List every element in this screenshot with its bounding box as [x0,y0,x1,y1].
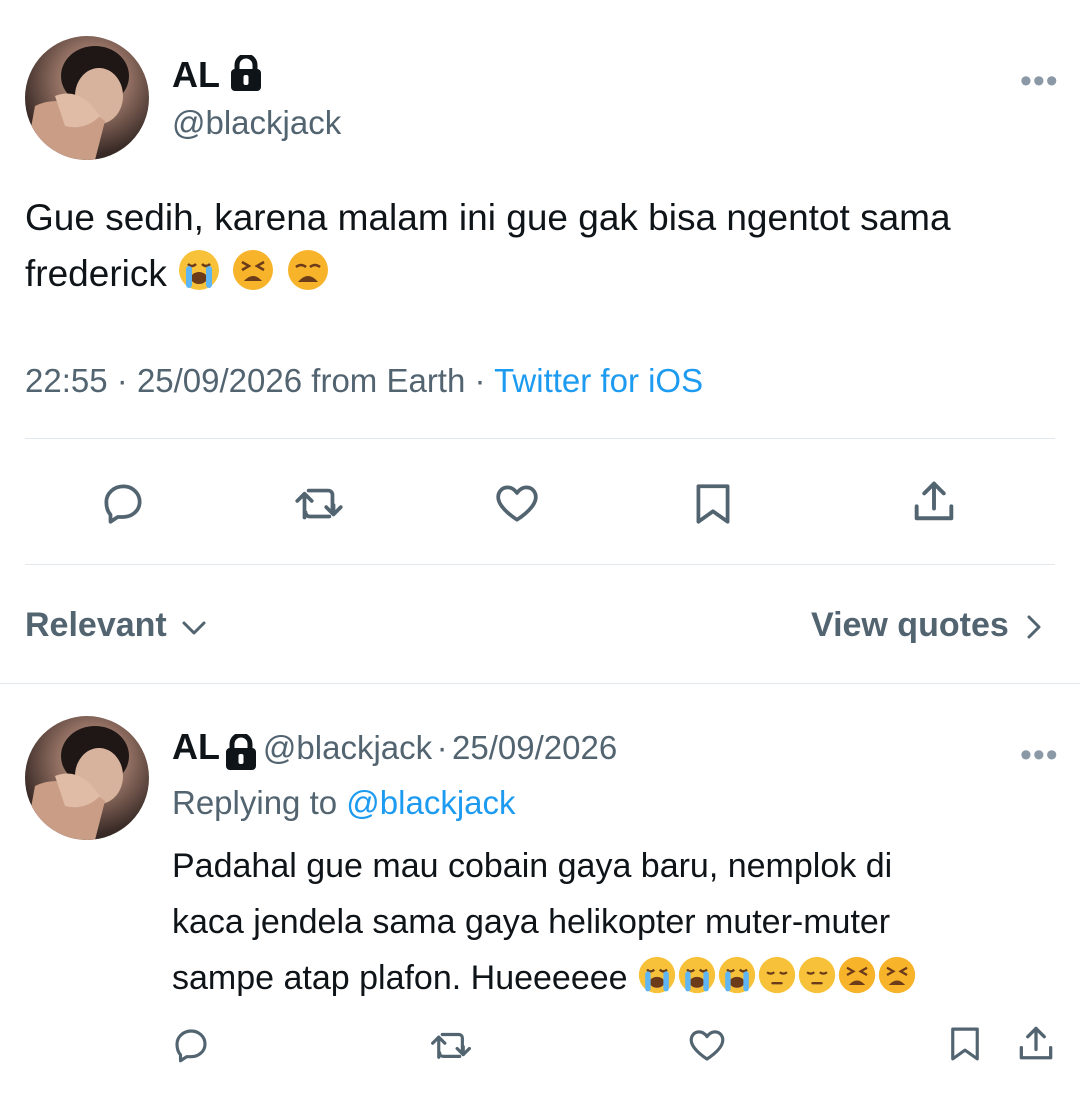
replying-to-prefix: Replying to [172,784,338,821]
view-quotes-label: View quotes [811,606,1009,644]
reply-text-line-last: sampe atap plafon. Hueeeeee [172,950,1052,1006]
divider [25,438,1055,439]
reply-bookmark-button[interactable] [944,1022,986,1066]
reply-date[interactable]: 25/09/2026 [452,729,617,766]
reply-retweet-button[interactable] [426,1024,476,1066]
bookmark-button[interactable] [688,478,738,530]
lock-icon [229,53,263,100]
pensive-face-icon [798,956,836,994]
tweet-text: Gue sedih, karena malam ini gue gak bisa… [25,190,1055,302]
emoji-group [177,250,330,294]
tweet-text-body: Gue sedih, karena malam ini gue gak bisa… [25,197,951,294]
tweet-time[interactable]: 22:55 [25,362,108,399]
loudly-crying-face-icon [638,956,676,994]
reply-author-handle[interactable]: @blackjack [263,729,432,766]
heart-icon [689,1030,725,1061]
view-quotes-link[interactable]: View quotes [811,606,1044,645]
lock-icon [224,732,258,775]
share-icon [1019,1026,1053,1060]
tired-face-icon [838,956,876,994]
retweet-icon [431,1032,471,1059]
reply-share-button[interactable] [1014,1022,1058,1066]
reply-avatar[interactable] [25,716,149,840]
replying-to: Replying to @blackjack [172,784,516,822]
heart-icon [496,485,538,522]
avatar-photo [25,46,129,160]
meta-separator: · [436,729,448,766]
reply-author-name[interactable]: AL [172,726,220,767]
tweet-meta: 22:55 · 25/09/2026 from Earth · Twitter … [25,362,703,400]
reply-header: AL @blackjack · 25/09/2026 [172,726,617,775]
tweet-location: from Earth [311,362,466,399]
bookmark-icon [696,484,730,524]
reply-reply-button[interactable] [170,1024,212,1066]
chevron-down-icon [182,621,206,635]
author-name[interactable]: AL [172,53,263,100]
like-button[interactable] [492,478,542,528]
reply-emoji-group [637,956,917,997]
bookmark-icon [951,1027,979,1061]
reply-text: Padahal gue mau cobain gaya baru, nemplo… [172,838,1052,1006]
replying-to-handle[interactable]: @blackjack [346,784,515,821]
tired-face-icon [233,250,274,290]
reply-like-button[interactable] [686,1024,728,1066]
reply-text-line: kaca jendela sama gaya helikopter muter-… [172,903,891,941]
chevron-right-icon [1027,615,1041,639]
retweet-button[interactable] [290,478,348,528]
divider [25,564,1055,565]
author-name-text[interactable]: AL [172,54,219,95]
reply-icon [104,484,142,524]
loudly-crying-face-icon [179,250,220,290]
meta-separator: · [116,362,128,399]
sort-relevant-dropdown[interactable]: Relevant [25,606,208,645]
reply-button[interactable] [98,478,148,528]
reply-text-line: Padahal gue mau cobain gaya baru, nemplo… [172,847,893,885]
loudly-crying-face-icon [718,956,756,994]
retweet-icon [295,488,343,520]
tired-face-icon [878,956,916,994]
author-handle[interactable]: @blackjack [172,104,341,142]
reply-text-line: sampe atap plafon. Hueeeeee [172,959,628,997]
avatar[interactable] [25,36,149,160]
avatar-photo [25,726,129,840]
reply-more-options-icon[interactable]: ••• [1020,738,1059,772]
loudly-crying-face-icon [678,956,716,994]
tweet-date[interactable]: 25/09/2026 [137,362,302,399]
meta-separator: · [474,362,486,399]
more-options-icon[interactable]: ••• [1020,64,1059,98]
share-icon [914,481,954,521]
pensive-face-icon [758,956,796,994]
weary-face-icon [287,250,328,290]
sort-label: Relevant [25,606,167,644]
tweet-source-link[interactable]: Twitter for iOS [494,362,703,399]
section-divider [0,683,1080,684]
share-button[interactable] [908,476,960,528]
reply-icon [175,1029,207,1063]
